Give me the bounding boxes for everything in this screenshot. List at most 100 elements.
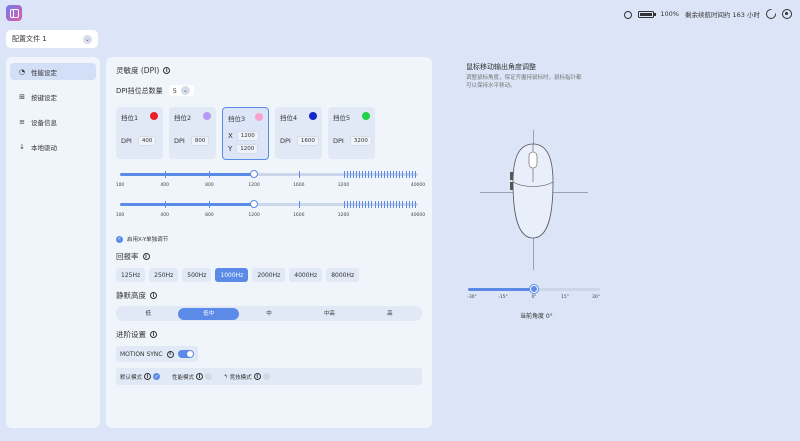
- polling-option[interactable]: 2000Hz: [252, 268, 286, 282]
- dpi-tick: [346, 171, 348, 178]
- lightning-icon: ϟ: [224, 373, 228, 380]
- battery-percent: 100%: [660, 10, 679, 18]
- dpi-tick: [352, 201, 354, 208]
- info-icon[interactable]: i: [166, 350, 174, 358]
- scale-label: 400: [160, 183, 169, 188]
- dpi-section-title: 灵敏度 (DPI) i: [116, 65, 422, 76]
- info-icon[interactable]: i: [150, 331, 157, 338]
- info-icon[interactable]: i: [144, 373, 152, 380]
- slot-color-dot[interactable]: [150, 112, 158, 120]
- dpi-tick: [414, 171, 416, 178]
- mode-competitive[interactable]: ϟ 竞技模式 i: [224, 373, 270, 381]
- chevron-down-icon: ⌄: [180, 86, 190, 95]
- dpi-value-input[interactable]: 1600: [296, 136, 319, 146]
- dpi-value-input[interactable]: 800: [190, 136, 210, 146]
- dpi-count-label: DPI挡位总数量: [116, 86, 163, 95]
- download-icon: ↓: [19, 142, 25, 151]
- dpi-y-input[interactable]: 1200: [236, 144, 259, 154]
- mode-default[interactable]: 默认模式 i ✓: [120, 373, 161, 381]
- scale-label: 3200: [337, 213, 350, 218]
- polling-option[interactable]: 4000Hz: [289, 268, 323, 282]
- scale-label: 1600: [293, 183, 305, 188]
- info-icon[interactable]: i: [163, 67, 171, 74]
- angle-slider[interactable]: [468, 285, 600, 293]
- profile-select[interactable]: 配置文件 1 ⌄: [6, 30, 98, 48]
- dpi-tick: [298, 201, 300, 208]
- theme-icon[interactable]: [766, 9, 776, 19]
- radio-off[interactable]: [262, 373, 270, 380]
- dpi-tick: [383, 201, 385, 208]
- dpi-count-select[interactable]: 5 ⌄: [168, 85, 194, 96]
- chevron-down-icon: ⌄: [83, 34, 92, 44]
- sidebar-item-label: 性能设定: [31, 68, 57, 77]
- dpi-slot-3[interactable]: 挡位3 X 1200 Y 1200: [222, 107, 269, 160]
- dpi-slider-knob[interactable]: [250, 200, 259, 208]
- dpi-tick: [405, 201, 407, 208]
- dpi-tick: [377, 201, 379, 208]
- angle-slider-knob[interactable]: [530, 285, 538, 293]
- scale-label: 40000: [410, 183, 426, 188]
- dpi-slot-2[interactable]: 挡位2 DPI 800: [169, 107, 216, 159]
- dpi-track[interactable]: 100 400 800 1200 1600 3200 40000: [116, 200, 425, 218]
- slot-color-dot[interactable]: [362, 112, 370, 120]
- dpi-tick: [209, 201, 211, 208]
- lod-option[interactable]: 低: [118, 308, 178, 320]
- lod-title: 静默高度: [116, 291, 146, 300]
- dpi-tick: [383, 171, 385, 178]
- brightness-icon[interactable]: [622, 9, 633, 19]
- angle-scale-label: -30°: [467, 295, 477, 300]
- polling-option[interactable]: 500Hz: [182, 268, 212, 282]
- dpi-tick: [365, 171, 367, 178]
- check-icon[interactable]: ✓: [153, 373, 161, 380]
- lod-option[interactable]: 高: [360, 308, 420, 320]
- angle-slider-fill: [468, 288, 534, 291]
- lod-option[interactable]: 中高: [299, 308, 359, 320]
- sidebar-item-label: 设备信息: [31, 118, 57, 127]
- polling-options: 125Hz 250Hz 500Hz 1000Hz 2000Hz 4000Hz 8…: [116, 268, 422, 282]
- info-icon[interactable]: i: [150, 292, 157, 299]
- dpi-tick: [164, 171, 166, 178]
- dpi-slider-knob[interactable]: [250, 170, 259, 178]
- dpi-tick: [355, 171, 357, 178]
- motion-sync-row: MOTION SYNC i: [116, 346, 198, 362]
- info-icon[interactable]: i: [253, 373, 261, 380]
- info-icon[interactable]: i: [142, 253, 150, 260]
- sidebar-item-driver[interactable]: ↓ 本地驱动: [10, 138, 96, 155]
- scale-label: 100: [115, 213, 125, 218]
- info-icon[interactable]: i: [196, 373, 204, 380]
- dpi-tick: [399, 201, 401, 208]
- sidebar-item-performance[interactable]: ◔ 性能设定: [10, 63, 96, 80]
- dpi-value-input[interactable]: 400: [137, 136, 157, 146]
- polling-option[interactable]: 8000Hz: [326, 268, 360, 282]
- angle-scale-label: -15°: [498, 295, 508, 300]
- dpi-tick: [362, 201, 364, 208]
- slot-color-dot[interactable]: [309, 112, 317, 120]
- dpi-slider-y[interactable]: 100 400 800 1200 1600 3200 40000: [116, 199, 425, 229]
- polling-option[interactable]: 125Hz: [116, 268, 146, 282]
- dpi-slot-4[interactable]: 挡位4 DPI 1600: [275, 107, 322, 159]
- dpi-slot-1[interactable]: 挡位1 DPI 400: [116, 107, 163, 159]
- dpi-value-input[interactable]: 3200: [349, 136, 372, 146]
- polling-option[interactable]: 250Hz: [149, 268, 179, 282]
- settings-gear-icon[interactable]: [782, 9, 792, 19]
- sidebar-item-device-info[interactable]: ≡ 设备信息: [10, 113, 96, 130]
- slot-color-dot[interactable]: [203, 112, 211, 120]
- xy-toggle-row[interactable]: ✓ 启用X-Y单独调节: [116, 235, 422, 243]
- check-icon[interactable]: ✓: [116, 235, 123, 243]
- polling-option-selected[interactable]: 1000Hz: [215, 268, 249, 282]
- dpi-slider-x[interactable]: 100 400 800 1200 1600 3200 40000: [116, 169, 425, 199]
- motion-sync-toggle[interactable]: [177, 350, 194, 358]
- dpi-x-input[interactable]: 1200: [236, 131, 259, 141]
- mode-performance[interactable]: 性能模式 i: [172, 373, 213, 381]
- slot-color-dot[interactable]: [255, 113, 263, 121]
- mode-label: 性能模式: [172, 374, 195, 381]
- lod-option[interactable]: 中: [239, 308, 299, 320]
- sidebar-item-buttons[interactable]: ⊞ 按键设定: [10, 88, 96, 105]
- scale-label: 400: [160, 213, 169, 218]
- lod-option-selected[interactable]: 低中: [178, 307, 239, 320]
- radio-off[interactable]: [205, 373, 213, 380]
- dpi-count-value: 5: [172, 86, 177, 95]
- dpi-track[interactable]: 100 400 800 1200 1600 3200 40000: [116, 170, 425, 188]
- dpi-slot-5[interactable]: 挡位5 DPI 3200: [328, 107, 375, 159]
- dpi-tick: [414, 201, 416, 208]
